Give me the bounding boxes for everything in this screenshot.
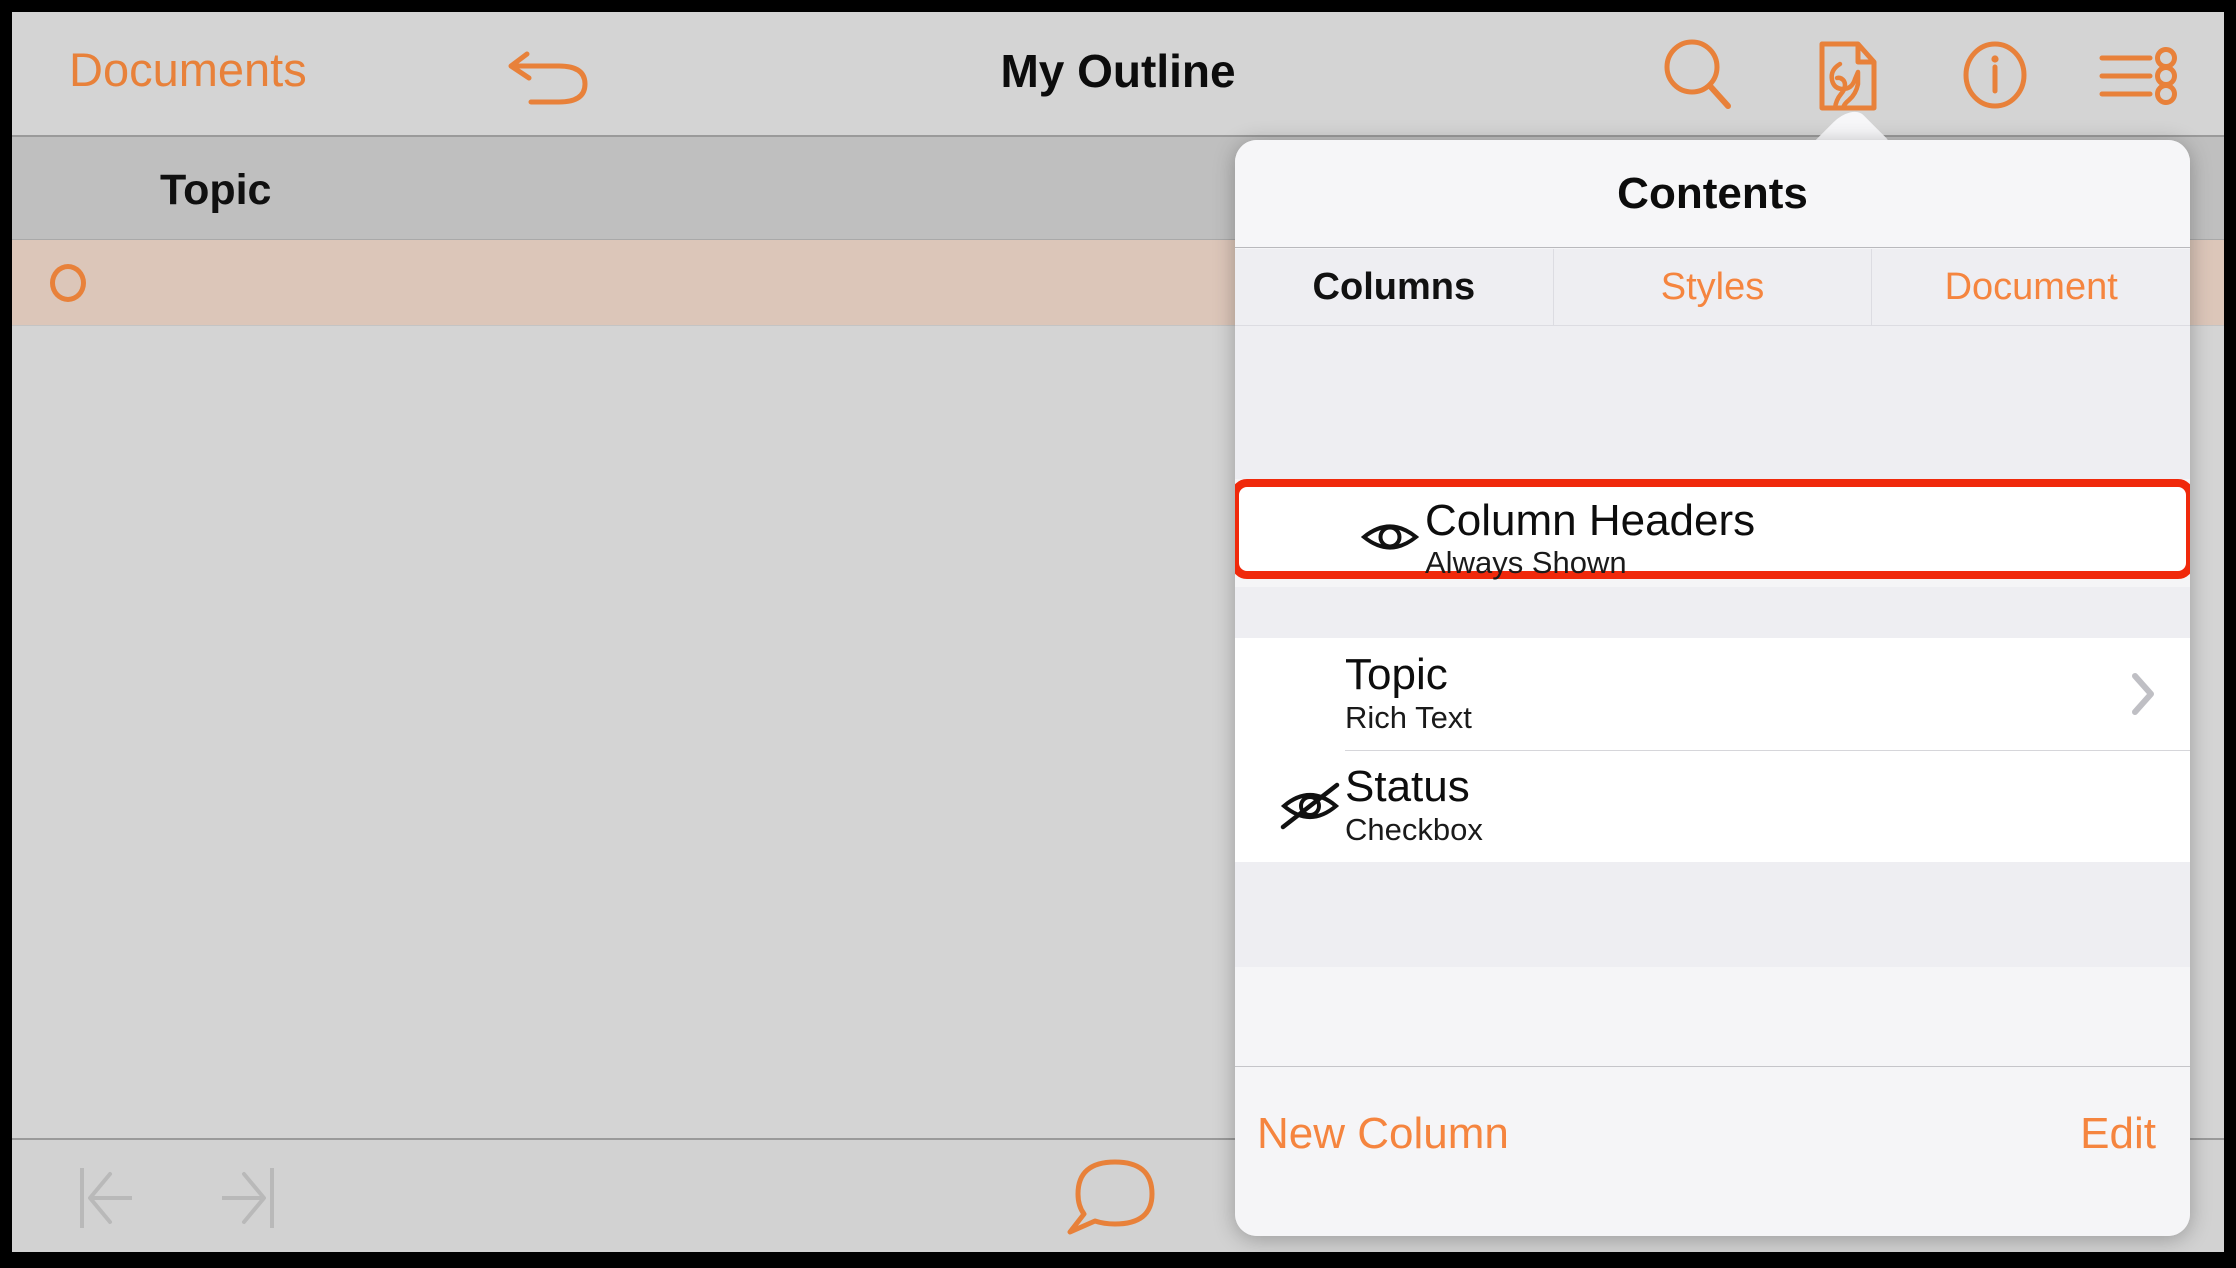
outline-bullet-icon[interactable] bbox=[50, 264, 86, 302]
column-row-status[interactable]: Status Checkbox bbox=[1235, 750, 2190, 862]
column-row-topic[interactable]: Topic Rich Text bbox=[1235, 638, 2190, 751]
column-headers-subtitle: Always Shown bbox=[1425, 545, 1627, 580]
comment-bubble-icon[interactable] bbox=[1060, 1154, 1170, 1240]
search-icon[interactable] bbox=[1652, 34, 1742, 116]
column-row-subtitle: Rich Text bbox=[1345, 700, 1472, 735]
column-header-topic[interactable]: Topic bbox=[160, 166, 271, 215]
list-options-icon[interactable] bbox=[2094, 34, 2188, 116]
popover-footer: New Column Edit bbox=[1235, 1066, 2190, 1236]
info-circle-icon[interactable] bbox=[1950, 34, 2040, 116]
chevron-right-icon bbox=[2130, 672, 2156, 716]
column-row-subtitle: Checkbox bbox=[1345, 812, 1483, 847]
outdent-icon[interactable] bbox=[74, 1162, 162, 1234]
contents-popover: Contents Columns Styles Document Column … bbox=[1235, 140, 2190, 1236]
column-headers-title: Column Headers bbox=[1425, 496, 1756, 545]
eye-visible-icon bbox=[1360, 517, 1420, 557]
page-title: My Outline bbox=[1000, 45, 1236, 97]
section-gap-top bbox=[1235, 326, 2190, 479]
new-column-button[interactable]: New Column bbox=[1257, 1109, 1509, 1159]
section-gap-middle bbox=[1235, 587, 2190, 638]
tab-columns[interactable]: Columns bbox=[1235, 249, 1553, 325]
device-screen: Documents My Outline Topic Contents Colu… bbox=[12, 12, 2224, 1252]
section-gap-bottom bbox=[1235, 862, 2190, 967]
edit-button[interactable]: Edit bbox=[2080, 1109, 2156, 1159]
column-row-title: Status bbox=[1345, 762, 1470, 811]
popover-tab-bar: Columns Styles Document bbox=[1235, 249, 2190, 326]
indent-icon[interactable] bbox=[194, 1162, 282, 1234]
popover-title: Contents bbox=[1235, 140, 2190, 248]
column-headers-row[interactable]: Column Headers Always Shown bbox=[1235, 479, 2190, 580]
eye-hidden-icon bbox=[1279, 782, 1341, 830]
document-wrench-icon[interactable] bbox=[1800, 34, 1890, 116]
tab-document[interactable]: Document bbox=[1871, 249, 2190, 325]
column-row-title: Topic bbox=[1345, 650, 1448, 699]
columns-list: Topic Rich Text Status Checkbox bbox=[1235, 638, 2190, 862]
tab-styles[interactable]: Styles bbox=[1552, 249, 1872, 325]
